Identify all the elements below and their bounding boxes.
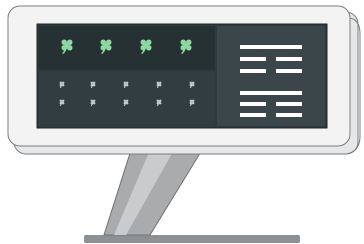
kiosk-illustration — [7, 5, 361, 243]
stand-base — [84, 235, 300, 243]
small-icon-panel — [39, 72, 215, 126]
hexagram-line — [240, 45, 302, 49]
hexagram-panel — [217, 26, 325, 126]
hexagram-line — [240, 91, 302, 95]
